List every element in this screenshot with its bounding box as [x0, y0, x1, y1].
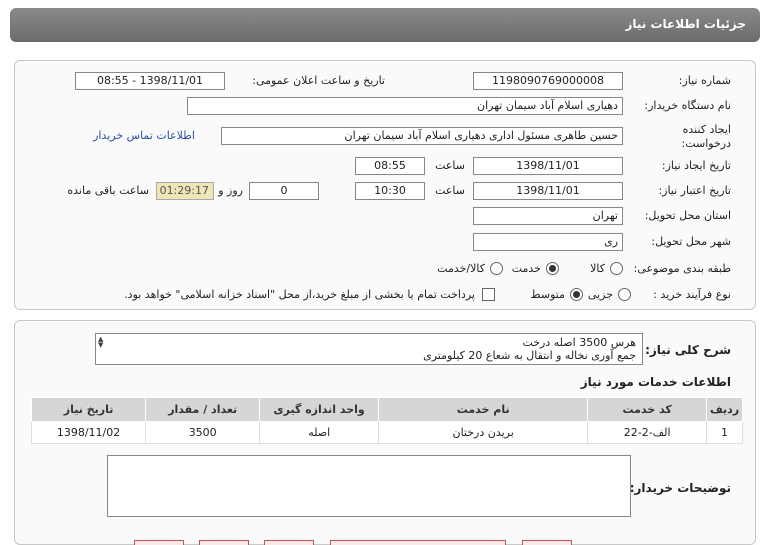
bottom-action-button-1[interactable] — [134, 540, 184, 545]
need-number-label: شماره نیاز: — [678, 74, 731, 87]
process-label: نوع فرآیند خرید : — [653, 288, 731, 301]
treasury-payment-checkbox[interactable] — [482, 288, 495, 301]
category-radio-service[interactable] — [546, 262, 559, 275]
creator-label-1: ایجاد کننده — [682, 123, 731, 136]
validity-date-field[interactable]: 1398/11/01 — [473, 182, 623, 200]
category-label: طبقه بندی موضوعی: — [633, 262, 731, 275]
day-and-label: روز و — [218, 184, 243, 197]
description-line-1: هرس 3500 اصله درخت — [522, 336, 636, 349]
col-service-code: کد خدمت — [587, 397, 708, 422]
description-textarea[interactable]: هرس 3500 اصله درخت جمع آوری نخاله و انتق… — [95, 333, 643, 365]
validity-hour-label: ساعت — [435, 184, 465, 197]
cell-row: 1 — [706, 421, 743, 444]
col-row: ردیف — [706, 397, 743, 422]
process-radio-medium[interactable] — [570, 288, 583, 301]
bottom-action-button-3[interactable] — [264, 540, 314, 545]
category-radio-goods[interactable] — [610, 262, 623, 275]
bottom-action-button-2[interactable] — [199, 540, 249, 545]
buyer-org-label: نام دستگاه خریدار: — [644, 99, 731, 112]
create-hour-label: ساعت — [435, 159, 465, 172]
cell-service-code: الف-2-22 — [587, 421, 708, 444]
creator-field[interactable]: حسین طاهری مسئول اداری دهیاری اسلام آباد… — [221, 127, 623, 145]
description-label: شرح کلی نیاز: — [645, 343, 731, 357]
services-table: ردیف کد خدمت نام خدمت واحد اندازه گیری ت… — [30, 397, 743, 444]
process-radio-minor[interactable] — [618, 288, 631, 301]
buyer-org-field[interactable]: دهیاری اسلام آباد سیمان تهران — [187, 97, 623, 115]
creator-label-2: درخواست: — [681, 137, 731, 150]
bottom-action-button-4[interactable] — [330, 540, 506, 545]
cell-unit: اصله — [259, 421, 380, 444]
create-time-field[interactable]: 08:55 — [355, 157, 425, 175]
table-row[interactable]: 1 الف-2-22 بریدن درختان اصله 3500 1398/1… — [30, 421, 743, 444]
bottom-action-button-5[interactable] — [522, 540, 572, 545]
need-info-panel: شماره نیاز: 1198090769000008 تاریخ و ساع… — [14, 60, 756, 310]
city-field[interactable]: ری — [473, 233, 623, 251]
buyer-notes-label: توضیحات خریدار: — [629, 481, 731, 495]
city-label: شهر محل تحویل: — [651, 235, 731, 248]
col-need-date: تاریخ نیاز — [30, 397, 147, 422]
province-field[interactable]: تهران — [473, 207, 623, 225]
cell-quantity: 3500 — [145, 421, 261, 444]
col-unit: واحد اندازه گیری — [259, 397, 380, 422]
need-number-field[interactable]: 1198090769000008 — [473, 72, 623, 90]
buyer-notes-textarea[interactable] — [107, 455, 631, 517]
buyer-contact-link[interactable]: اطلاعات تماس خریدار — [93, 129, 195, 142]
cell-service-name: بریدن درختان — [378, 421, 589, 444]
col-quantity: تعداد / مقدار — [145, 397, 261, 422]
create-date-label: تاریخ ایجاد نیاز: — [661, 159, 731, 172]
days-field[interactable]: 0 — [249, 182, 319, 200]
create-date-field[interactable]: 1398/11/01 — [473, 157, 623, 175]
validity-time-field[interactable]: 10:30 — [355, 182, 425, 200]
col-service-name: نام خدمت — [378, 397, 589, 422]
page-header: جزئیات اطلاعات نیاز — [10, 8, 760, 42]
validity-date-label: تاریخ اعتبار نیاز: — [658, 184, 731, 197]
remaining-label: ساعت باقی مانده — [67, 184, 149, 197]
cell-need-date: 1398/11/02 — [30, 421, 147, 444]
services-header-row: ردیف کد خدمت نام خدمت واحد اندازه گیری ت… — [30, 397, 743, 422]
remaining-time-badge: 01:29:17 — [156, 182, 214, 200]
process-option-medium: متوسط — [530, 288, 565, 301]
announce-field[interactable]: 1398/11/01 - 08:55 — [75, 72, 225, 90]
process-option-minor: جزیی — [587, 288, 613, 301]
announce-label: تاریخ و ساعت اعلان عمومی: — [252, 74, 385, 87]
scroll-arrows-icon[interactable]: ▲ ▼ — [98, 336, 103, 349]
category-radio-goods-service[interactable] — [490, 262, 503, 275]
category-option-goods: کالا — [590, 262, 605, 275]
services-panel: شرح کلی نیاز: هرس 3500 اصله درخت جمع آور… — [14, 320, 756, 545]
province-label: استان محل تحویل: — [644, 209, 731, 222]
description-line-2: جمع آوری نخاله و انتقال به شعاع 20 کیلوم… — [423, 349, 636, 362]
page-title: جزئیات اطلاعات نیاز — [625, 17, 746, 31]
services-section-title: اطلاعات خدمات مورد نیاز — [580, 375, 731, 389]
category-option-goods-service: کالا/خدمت — [437, 262, 485, 275]
category-option-service: خدمت — [511, 262, 541, 275]
treasury-payment-note: پرداخت تمام یا بخشی از مبلغ خرید،از محل … — [124, 288, 475, 301]
